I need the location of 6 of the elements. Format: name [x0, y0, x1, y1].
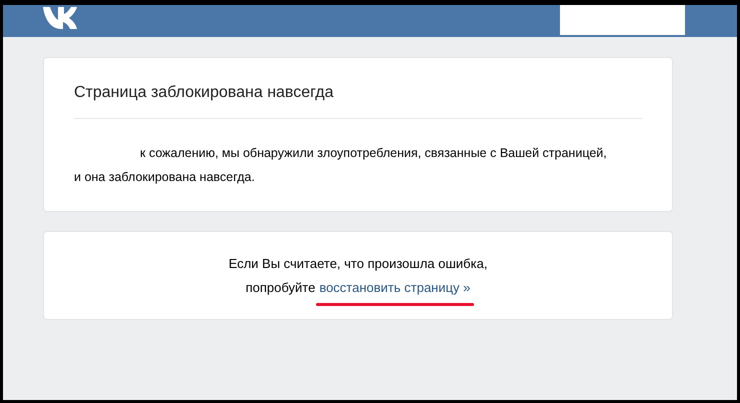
- block-message: к сожалению, мы обнаружили злоупотребления, связанные с Вашей страницей, и она заблокирована навсегда.: [74, 145, 608, 186]
- error-text: Если Вы считаете, что произошла ошибка,: [228, 254, 488, 273]
- try-text: попробуйте: [246, 278, 316, 297]
- restore-link[interactable]: восстановить страницу »: [319, 276, 470, 300]
- card-title: Страница заблокирована навсегда: [74, 84, 642, 119]
- logo-icon: [43, 7, 77, 29]
